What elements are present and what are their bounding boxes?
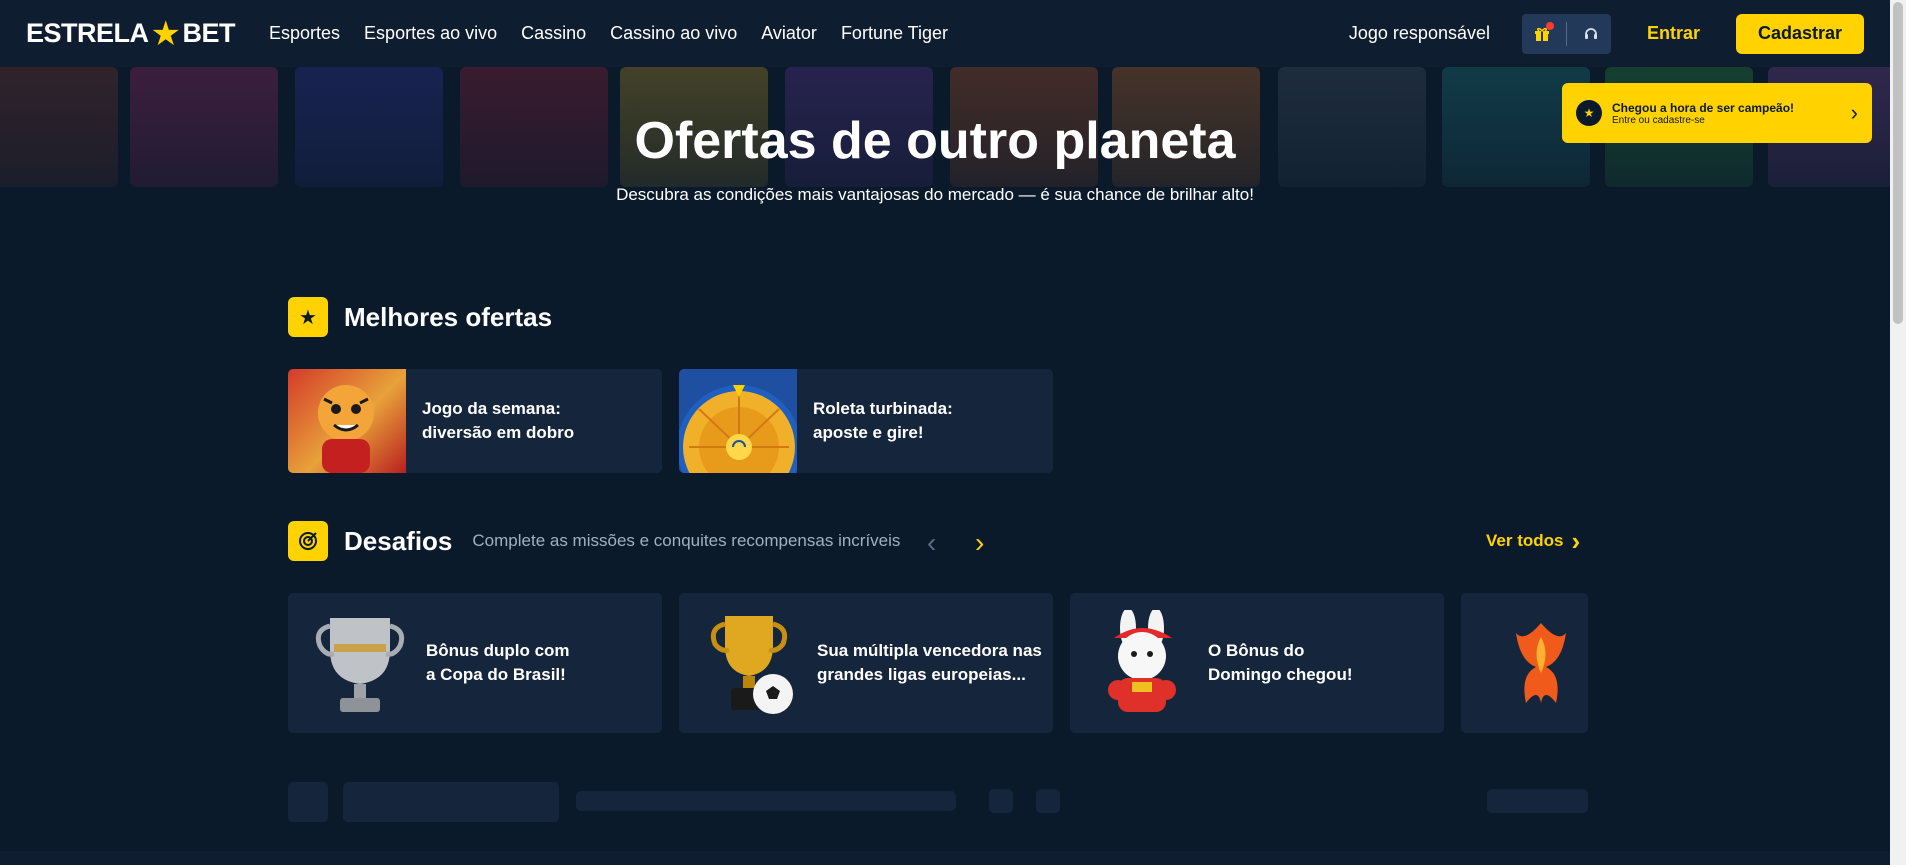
skeleton-title-placeholder	[343, 782, 559, 822]
offer-line-1: Roleta turbinada:	[813, 399, 953, 418]
see-all-label: Ver todos	[1486, 531, 1564, 550]
chevron-right-icon[interactable]: ›	[975, 527, 984, 559]
toast-title: Chegou a hora de ser campeão!	[1612, 100, 1795, 115]
header-actions: Jogo responsável Entrar Cadastrar	[1349, 13, 1864, 54]
chevron-left-icon[interactable]: ‹	[927, 527, 936, 559]
nav-aviator[interactable]: Aviator	[761, 23, 817, 44]
promo-toast[interactable]: ★ Chegou a hora de ser campeão! Entre ou…	[1562, 83, 1872, 143]
chevron-right-icon: ›	[1850, 100, 1858, 125]
nav-cassino-ao-vivo[interactable]: Cassino ao vivo	[610, 23, 737, 44]
target-icon	[288, 521, 328, 561]
challenge-card-ligas-europeias[interactable]: Sua múltipla vencedora nas grandes ligas…	[679, 593, 1053, 733]
nav-fortune-tiger[interactable]: Fortune Tiger	[841, 23, 948, 44]
icon-divider	[1565, 21, 1567, 46]
support-headset-icon[interactable]	[1576, 19, 1606, 49]
offer-card-label: Roleta turbinada: aposte e gire!	[813, 397, 953, 445]
skeleton-icon-placeholder	[288, 782, 328, 822]
offers-section-header: ★ Melhores ofertas	[288, 297, 552, 337]
phoenix-image	[1491, 608, 1588, 718]
login-button[interactable]: Entrar	[1647, 23, 1700, 44]
roulette-wheel-image	[679, 369, 797, 473]
challenge-card-copa-do-brasil[interactable]: Bônus duplo com a Copa do Brasil!	[288, 593, 662, 733]
logo-star-icon: ★	[150, 14, 181, 53]
challenges-section-header: Desafios Complete as missões e conquites…	[288, 521, 900, 561]
chevron-right-icon: ›	[1571, 526, 1581, 556]
nav-cassino[interactable]: Cassino	[521, 23, 586, 44]
scrollbar-thumb[interactable]	[1893, 2, 1903, 324]
offer-line-2: aposte e gire!	[813, 423, 924, 442]
challenges-title: Desafios	[344, 525, 453, 556]
register-button[interactable]: Cadastrar	[1736, 13, 1864, 54]
gold-trophy-ball-image	[701, 608, 801, 718]
toast-text: Chegou a hora de ser campeão! Entre ou c…	[1612, 101, 1794, 126]
top-header: ESTRELA ★ BET Esportes Esportes ao vivo …	[0, 0, 1890, 67]
star-icon: ★	[288, 297, 328, 337]
challenge-line-2: Domingo chegou!	[1208, 665, 1353, 684]
estrelabet-logo[interactable]: ESTRELA ★ BET	[26, 17, 235, 51]
offers-title: Melhores ofertas	[344, 301, 553, 332]
challenge-line-2: a Copa do Brasil!	[426, 665, 566, 684]
challenges-description: Complete as missões e conquites recompen…	[472, 531, 901, 550]
notification-dot	[1545, 21, 1554, 30]
challenge-line-1: Bônus duplo com	[426, 641, 570, 660]
skeleton-description-placeholder	[576, 791, 956, 811]
skeleton-arrow-placeholder	[1036, 789, 1060, 813]
gift-icon[interactable]	[1527, 19, 1557, 49]
offer-line-2: diversão em dobro	[422, 423, 575, 442]
skeleton-link-placeholder	[1487, 789, 1588, 813]
responsible-gaming-link[interactable]: Jogo responsável	[1349, 23, 1490, 44]
offer-card-label: Jogo da semana: diversão em dobro	[422, 397, 574, 445]
nav-esportes-ao-vivo[interactable]: Esportes ao vivo	[364, 23, 497, 44]
logo-text-left: ESTRELA	[26, 18, 149, 48]
skeleton-arrow-placeholder	[989, 789, 1013, 813]
challenge-line-1: O Bônus do	[1208, 641, 1305, 660]
nav-esportes[interactable]: Esportes	[269, 23, 340, 44]
offer-card-roleta-turbinada[interactable]: Roleta turbinada: aposte e gire!	[679, 369, 1053, 473]
challenge-card-label: O Bônus do Domingo chegou!	[1208, 639, 1352, 687]
footer-edge	[0, 851, 1890, 865]
main-nav: Esportes Esportes ao vivo Cassino Cassin…	[269, 23, 948, 44]
challenge-line-2: grandes ligas europeias...	[817, 665, 1026, 684]
rabbit-mascot-image	[1092, 608, 1192, 718]
toast-subtitle: Entre ou cadastre-se	[1612, 114, 1705, 126]
tiger-image	[288, 369, 406, 473]
hero-subtitle: Descubra as condições mais vantajosas do…	[616, 185, 1254, 204]
star-icon: ★	[1576, 100, 1602, 126]
offer-line-1: Jogo da semana:	[422, 399, 561, 418]
offer-card-jogo-da-semana[interactable]: Jogo da semana: diversão em dobro	[288, 369, 662, 473]
challenge-card-label: Bônus duplo com a Copa do Brasil!	[426, 639, 570, 687]
see-all-link[interactable]: Ver todos ›	[1486, 528, 1580, 554]
challenge-card-label: Sua múltipla vencedora nas grandes ligas…	[817, 639, 1042, 687]
silver-trophy-image	[310, 608, 410, 718]
challenge-line-1: Sua múltipla vencedora nas	[817, 641, 1042, 660]
challenge-card-partial[interactable]	[1461, 593, 1588, 733]
challenge-card-bonus-domingo[interactable]: O Bônus do Domingo chegou!	[1070, 593, 1444, 733]
header-icon-group	[1521, 13, 1611, 54]
logo-text-right: BET	[182, 18, 236, 48]
